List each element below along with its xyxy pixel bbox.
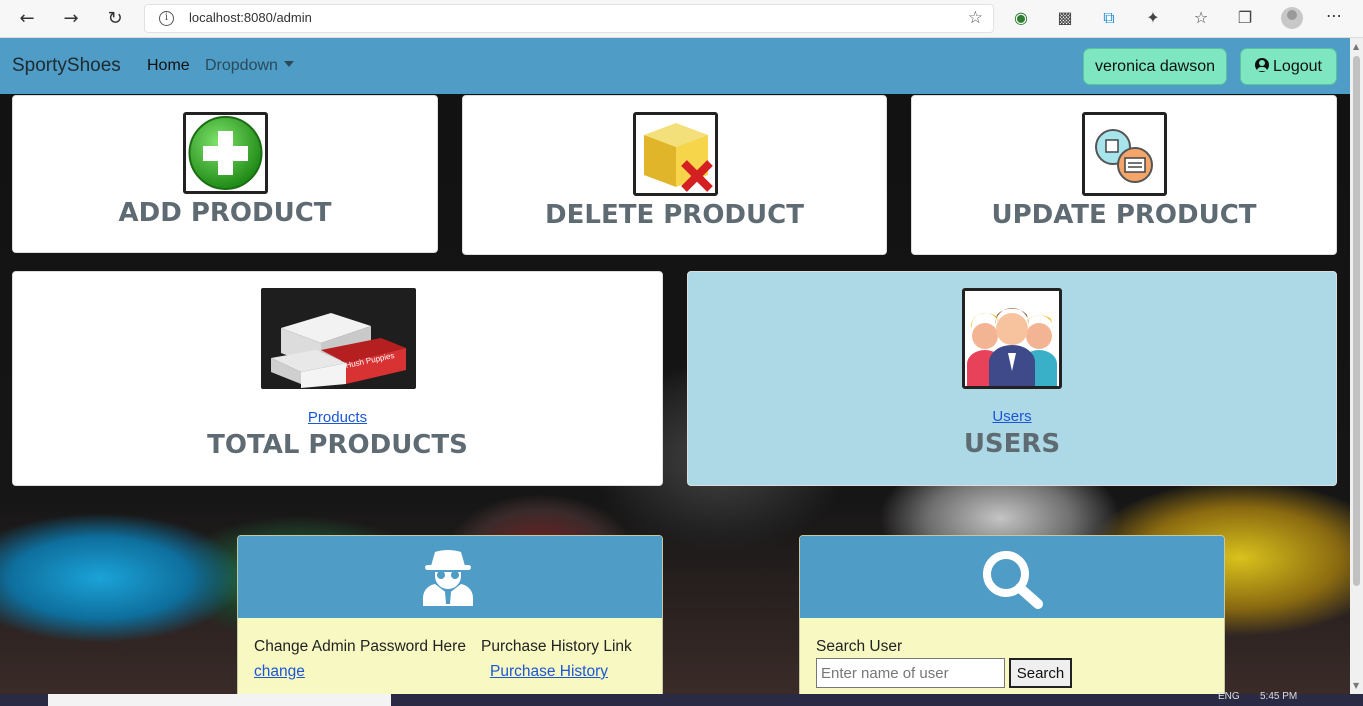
reload-icon[interactable]: ↻	[104, 8, 126, 30]
logout-button[interactable]: Logout	[1240, 48, 1337, 85]
taskbar-search-box[interactable]	[48, 694, 391, 706]
add-product-title: ADD PRODUCT	[118, 198, 332, 228]
delete-product-title: DELETE PRODUCT	[545, 200, 804, 230]
products-link-text[interactable]: Products	[308, 409, 367, 426]
users-title: USERS	[963, 429, 1061, 459]
user-name-button[interactable]: veronica dawson	[1083, 48, 1227, 85]
language-indicator[interactable]: ENG	[1218, 691, 1240, 702]
scroll-down-icon[interactable]: ▼	[1353, 681, 1359, 690]
update-product-icon[interactable]	[1082, 112, 1167, 196]
admin-panel-body: Change Admin Password Here change Purcha…	[238, 618, 662, 694]
os-taskbar: ENG 5:45 PM	[0, 691, 1363, 706]
logout-label: Logout	[1273, 58, 1322, 75]
products-link[interactable]: Products	[13, 409, 662, 426]
update-product-title: UPDATE PRODUCT	[991, 200, 1257, 230]
navbar: SportyShoes Home Dropdown veronica dawso…	[0, 38, 1350, 94]
users-link[interactable]: Users	[688, 408, 1336, 425]
search-button[interactable]: Search	[1009, 658, 1072, 688]
add-product-card[interactable]: ADD PRODUCT	[12, 95, 438, 253]
extensions-puzzle-icon[interactable]: ✦	[1142, 7, 1164, 29]
scroll-thumb[interactable]	[1353, 56, 1360, 586]
search-panel-header	[800, 536, 1224, 618]
search-user-label: Search User	[816, 638, 903, 655]
profile-avatar-icon[interactable]	[1281, 7, 1303, 29]
purchase-history-link[interactable]: Purchase History	[490, 663, 608, 681]
nav-dropdown-toggle[interactable]: Dropdown	[205, 57, 294, 75]
nav-dropdown-label: Dropdown	[205, 57, 278, 74]
user-circle-icon	[1255, 58, 1270, 72]
nav-home-link[interactable]: Home	[147, 57, 190, 75]
shoe-boxes-image: Hush Puppies	[261, 288, 416, 389]
browser-toolbar: ← → ↻ i localhost:8080/admin ☆ ◉ ▩ ⧉ ✦ ☆…	[0, 0, 1363, 38]
search-user-panel: Search User Search	[799, 535, 1225, 695]
users-group-icon[interactable]	[962, 288, 1062, 389]
favorites-icon[interactable]: ☆	[1190, 7, 1212, 29]
users-link-text[interactable]: Users	[992, 408, 1031, 425]
extension-icon[interactable]: ▩	[1054, 7, 1076, 29]
magnifier-icon	[983, 551, 1043, 609]
add-favorite-icon[interactable]: ☆	[968, 8, 983, 28]
scroll-up-icon[interactable]: ▲	[1353, 42, 1359, 51]
change-password-link[interactable]: change	[254, 663, 305, 681]
search-user-input[interactable]	[816, 658, 1005, 688]
total-products-title: TOTAL PRODUCTS	[207, 430, 468, 460]
collections-icon[interactable]: ❐	[1234, 7, 1256, 29]
extension-globe-icon[interactable]: ◉	[1010, 7, 1032, 29]
caret-down-icon	[283, 61, 294, 67]
more-menu-icon[interactable]: ⋯	[1326, 6, 1343, 25]
spy-agent-icon	[422, 550, 474, 606]
url-text: localhost:8080/admin	[189, 10, 312, 25]
add-product-icon[interactable]	[183, 112, 268, 194]
address-bar[interactable]: i localhost:8080/admin ☆	[144, 4, 994, 33]
site-info-icon[interactable]: i	[159, 11, 174, 26]
purchase-history-text: Purchase History Link	[481, 638, 632, 655]
forward-arrow-icon[interactable]: →	[60, 8, 82, 30]
brand-logo[interactable]: SportyShoes	[12, 55, 121, 77]
taskbar-clock[interactable]: 5:45 PM	[1260, 691, 1297, 702]
screen-capture-icon[interactable]: ⧉	[1098, 7, 1120, 29]
update-product-card[interactable]: UPDATE PRODUCT	[911, 95, 1337, 255]
delete-product-icon[interactable]	[633, 112, 718, 196]
admin-panel: Change Admin Password Here change Purcha…	[237, 535, 663, 695]
admin-panel-header	[238, 536, 662, 618]
search-panel-body: Search User Search	[800, 618, 1224, 694]
delete-product-card[interactable]: DELETE PRODUCT	[462, 95, 887, 255]
total-products-card: Hush Puppies Products TOTAL PRODUCTS	[12, 271, 663, 486]
change-password-text: Change Admin Password Here	[254, 638, 466, 655]
scrollbar[interactable]: ▲ ▼	[1350, 38, 1363, 694]
back-arrow-icon[interactable]: ←	[16, 8, 38, 30]
users-card: Users USERS	[687, 271, 1337, 486]
